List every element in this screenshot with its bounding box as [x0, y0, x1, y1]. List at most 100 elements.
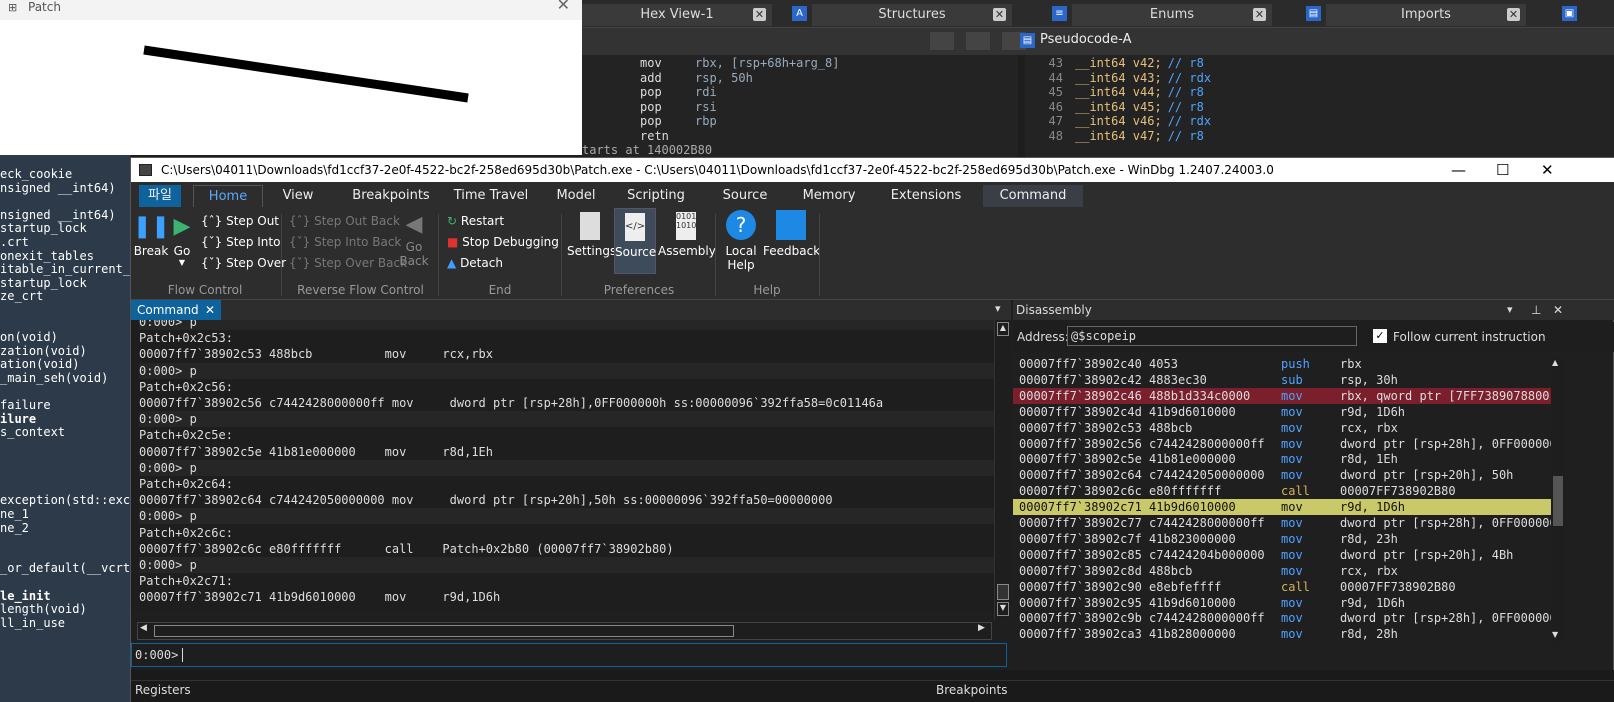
- function-item[interactable]: nsigned __int64): [0, 181, 130, 195]
- function-item[interactable]: [0, 466, 130, 480]
- minimize-icon[interactable]: —: [1451, 158, 1466, 182]
- function-item[interactable]: ation(void): [0, 357, 130, 371]
- function-item[interactable]: [0, 575, 130, 589]
- follow-checkbox[interactable]: ✓: [1373, 329, 1387, 343]
- ribbon-tab[interactable]: Source: [715, 185, 775, 207]
- close-icon[interactable]: ✕: [557, 0, 570, 13]
- disassembly-row[interactable]: 00007ff7`38902c85 c74424204b000000 mov dwo…: [1013, 547, 1558, 563]
- function-item[interactable]: s_context: [0, 425, 130, 439]
- restart-button[interactable]: ↻ Restart: [447, 214, 504, 228]
- assembly-button[interactable]: 0101 1010 Assembly: [658, 212, 716, 258]
- ribbon-tab[interactable]: Scripting: [611, 185, 701, 207]
- function-item[interactable]: [0, 548, 130, 562]
- scroll-right-icon[interactable]: ▶: [978, 623, 985, 633]
- close-icon[interactable]: ✕: [753, 8, 766, 21]
- maximize-button[interactable]: [966, 32, 990, 50]
- ribbon-tab[interactable]: 파일: [139, 185, 181, 207]
- settings-button[interactable]: Settings: [567, 212, 616, 258]
- ribbon-tab[interactable]: Breakpoints: [336, 185, 446, 207]
- step-into-back-button[interactable]: {ˇ} Step Into Back: [289, 235, 401, 249]
- function-item[interactable]: _main_seh(void): [0, 371, 130, 385]
- address-input[interactable]: [1067, 326, 1357, 346]
- scroll-thumb[interactable]: [1553, 476, 1563, 526]
- close-icon[interactable]: ✕: [205, 300, 215, 320]
- function-item[interactable]: ze_crt: [0, 289, 130, 303]
- ribbon-tab[interactable]: Time Travel: [447, 185, 535, 207]
- disassembly-row[interactable]: 00007ff7`38902c90 e8ebfeffff call 00007FF7…: [1013, 579, 1558, 595]
- function-item[interactable]: [0, 439, 130, 453]
- scroll-up-icon[interactable]: ▲: [1552, 358, 1558, 367]
- function-item[interactable]: itable_in_current_image: [0, 262, 130, 276]
- detach-button[interactable]: ▲ Detach: [447, 256, 503, 270]
- breakpoints-pane-title[interactable]: Breakpoints: [936, 683, 1007, 697]
- local-help-button[interactable]: ? Local Help: [721, 210, 761, 272]
- command-horizontal-scrollbar[interactable]: ◀ ▶: [137, 622, 992, 640]
- function-item[interactable]: ll_in_use: [0, 616, 130, 630]
- pseudocode-tab[interactable]: Pseudocode-A: [1040, 32, 1131, 47]
- function-item[interactable]: [0, 317, 130, 331]
- ribbon-tab[interactable]: Model: [551, 185, 601, 207]
- disassembly-scrollbar[interactable]: ▲ ▼: [1551, 356, 1565, 646]
- disassembly-row[interactable]: 00007ff7`38902c95 41b9d6010000 mov r9d, 1D…: [1013, 595, 1558, 611]
- function-item[interactable]: eck_cookie: [0, 167, 130, 181]
- pane-menu-icon[interactable]: ▾: [1507, 300, 1513, 320]
- disassembly-row[interactable]: 00007ff7`38902c71 41b9d6010000 mov r9d, 1D…: [1013, 499, 1558, 516]
- disassembly-row[interactable]: 00007ff7`38902c77 c7442428000000ff mov dwo…: [1013, 515, 1558, 531]
- scroll-up-icon[interactable]: ▲: [997, 322, 1009, 336]
- function-item[interactable]: [0, 453, 130, 467]
- close-icon[interactable]: ✕: [993, 8, 1006, 21]
- function-item[interactable]: _or_default(__vcrt_ptd c: [0, 561, 130, 575]
- disassembly-row[interactable]: 00007ff7`38902c7f 41b823000000 mov r8d, 23…: [1013, 531, 1558, 547]
- command-input[interactable]: 0:000>: [131, 643, 1007, 667]
- pane-menu-icon[interactable]: ▾: [995, 302, 1001, 315]
- tab-structures[interactable]: Structures ✕: [812, 4, 1012, 26]
- function-item[interactable]: [0, 303, 130, 317]
- function-item[interactable]: nsigned __int64): [0, 208, 130, 222]
- function-item[interactable]: length(void): [0, 602, 130, 616]
- ribbon-tab[interactable]: Home: [193, 185, 263, 207]
- disassembly-listing[interactable]: 00007ff7`38902c40 4053 push rbx 00007ff7`38…: [1013, 356, 1558, 648]
- go-button[interactable]: ▶ Go ▼: [171, 214, 193, 267]
- maximize-icon[interactable]: ☐: [1496, 158, 1509, 182]
- function-item[interactable]: le_init: [0, 589, 130, 603]
- disassembly-row[interactable]: 00007ff7`38902c6c e80fffffff call 00007FF7…: [1013, 483, 1558, 499]
- command-output[interactable]: 0:000> p Patch+0x2c53: 00007ff7`38902c53 4…: [131, 320, 994, 612]
- ribbon-tab[interactable]: Memory: [789, 185, 869, 207]
- scroll-thumb[interactable]: [154, 625, 734, 637]
- scroll-thumb[interactable]: [997, 584, 1009, 600]
- disassembly-row[interactable]: 00007ff7`38902c56 c7442428000000ff mov dwo…: [1013, 436, 1558, 452]
- pin-icon[interactable]: ⊥: [1531, 300, 1541, 320]
- scroll-down-icon[interactable]: ▼: [997, 602, 1009, 616]
- function-item[interactable]: ne_2: [0, 521, 130, 535]
- disassembly-row[interactable]: 00007ff7`38902c53 488bcb mov rcx, rbx: [1013, 420, 1558, 436]
- command-vertical-scrollbar[interactable]: ▲ ▼: [994, 320, 1011, 620]
- close-icon[interactable]: ✕: [1507, 8, 1520, 21]
- disassembly-row[interactable]: 00007ff7`38902c8d 488bcb mov rcx, rbx: [1013, 563, 1558, 579]
- disassembly-row[interactable]: 00007ff7`38902c64 c744242050000000 mov dwo…: [1013, 467, 1558, 483]
- tab-enums[interactable]: Enums ✕: [1072, 4, 1272, 26]
- feedback-button[interactable]: Feedback: [763, 210, 820, 258]
- close-icon[interactable]: ✕: [1553, 300, 1563, 320]
- go-back-button[interactable]: ◀ Go Back: [396, 212, 432, 268]
- close-icon[interactable]: ✕: [1541, 158, 1554, 182]
- function-item[interactable]: [0, 385, 130, 399]
- tab-hex-view[interactable]: Hex View-1 ✕: [582, 4, 772, 26]
- scroll-down-icon[interactable]: ▼: [1552, 630, 1558, 639]
- disassembly-row[interactable]: 00007ff7`38902c5e 41b81e000000 mov r8d, 1E…: [1013, 451, 1558, 467]
- function-item[interactable]: onexit_tables: [0, 249, 130, 263]
- function-item[interactable]: on(void): [0, 330, 130, 344]
- step-into-button[interactable]: {ˇ} Step Into: [201, 235, 280, 249]
- disassembly-row[interactable]: 00007ff7`38902c40 4053 push rbx: [1013, 356, 1558, 372]
- disassembly-row[interactable]: 00007ff7`38902c42 4883ec30 sub rsp, 30h: [1013, 372, 1558, 388]
- function-item[interactable]: .crt: [0, 235, 130, 249]
- ribbon-tab[interactable]: Extensions: [881, 185, 971, 207]
- function-item[interactable]: startup_lock: [0, 276, 130, 290]
- stop-debugging-button[interactable]: ■ Stop Debugging: [447, 235, 559, 249]
- ribbon-tab[interactable]: View: [273, 185, 323, 207]
- function-item[interactable]: exception(std::exception: [0, 493, 130, 507]
- command-tab[interactable]: Command ✕: [131, 300, 221, 320]
- step-out-button[interactable]: {ˆ} Step Out: [201, 214, 279, 228]
- tab-imports[interactable]: Imports ✕: [1326, 4, 1526, 26]
- function-item[interactable]: [0, 534, 130, 548]
- function-item[interactable]: [0, 480, 130, 494]
